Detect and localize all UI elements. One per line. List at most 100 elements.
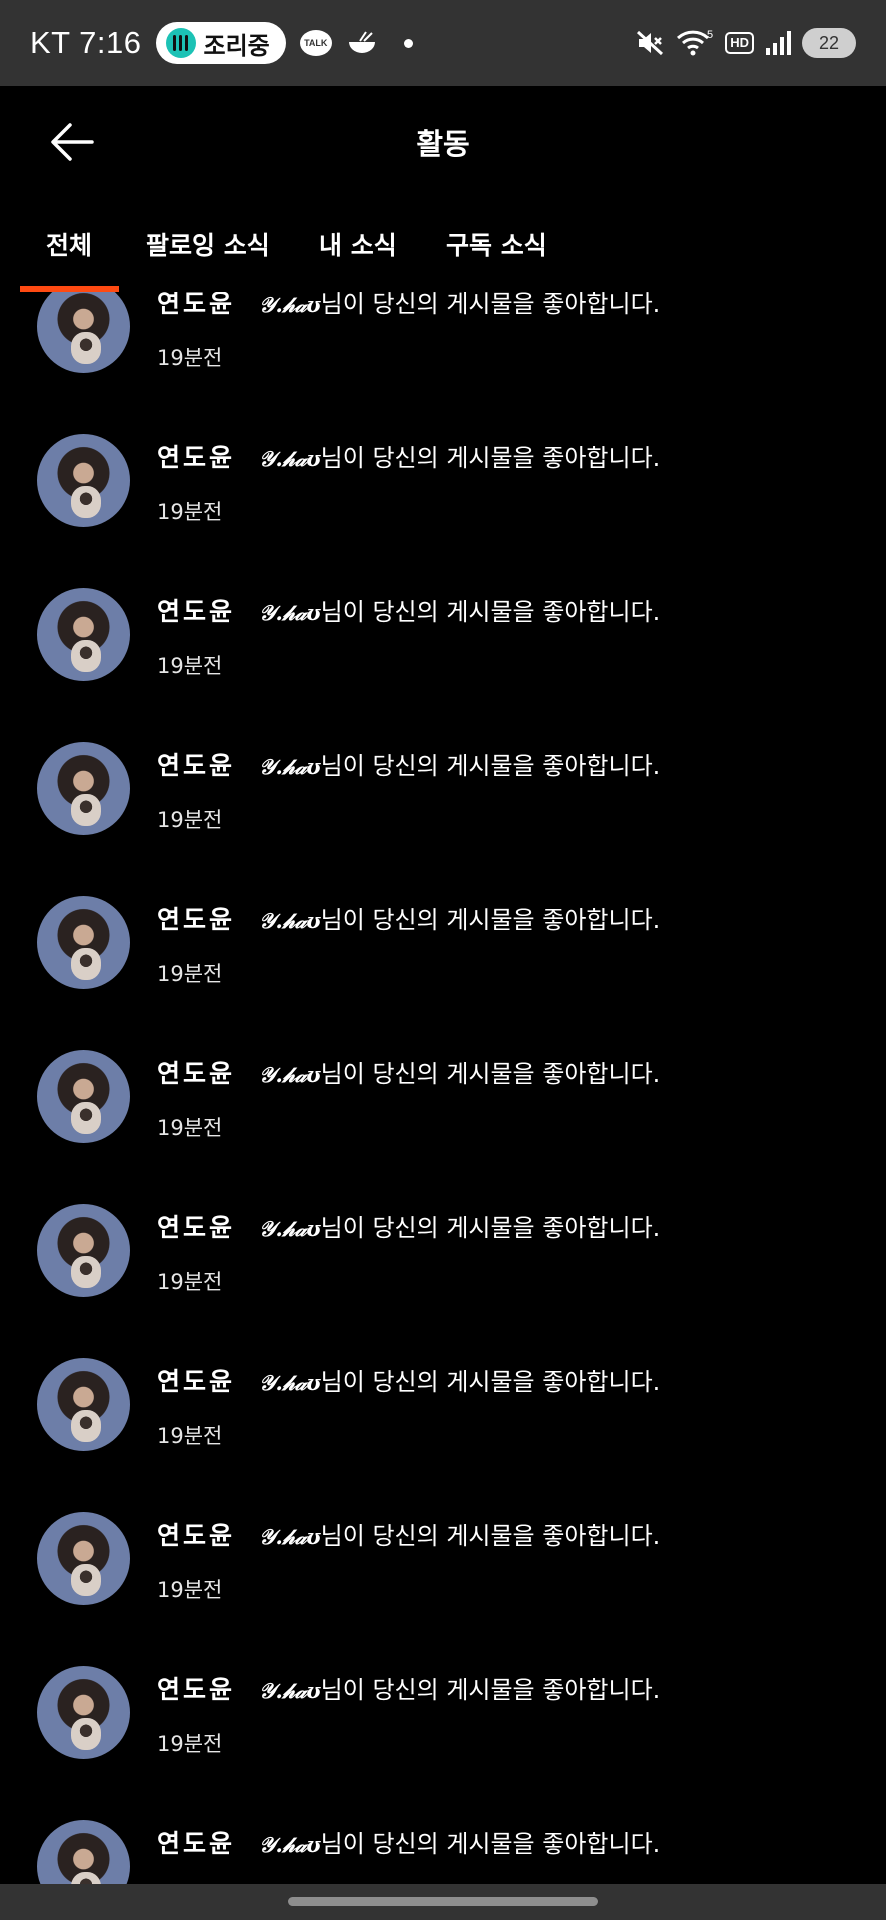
message-text: 님이 당신의 게시물을 좋아합니다.	[320, 1368, 661, 1396]
list-item[interactable]: 연도윤 𝒴.𝒽𝒶ʊ님이 당신의 게시물을 좋아합니다. 19분전	[0, 1024, 886, 1178]
cooking-status-label: 조리중	[203, 31, 270, 60]
notification-message: 𝒴.𝒽𝒶ʊ님이 당신의 게시물을 좋아합니다.	[259, 292, 660, 319]
avatar[interactable]	[37, 1204, 130, 1297]
notification-message: 𝒴.𝒽𝒶ʊ님이 당신의 게시물을 좋아합니다.	[259, 1208, 660, 1243]
timestamp: 19분전	[157, 500, 223, 524]
message-text: 님이 당신의 게시물을 좋아합니다.	[320, 1676, 661, 1704]
list-item[interactable]: 연도윤 𝒴.𝒽𝒶ʊ님이 당신의 게시물을 좋아합니다. 19분전	[0, 1486, 886, 1640]
back-button[interactable]	[44, 114, 100, 170]
tab-following-news[interactable]: 팔로잉 소식	[146, 226, 270, 262]
carrier-time: KT 7:16	[30, 25, 142, 60]
list-item[interactable]: 연도윤 𝒴.𝒽𝒶ʊ님이 당신의 게시물을 좋아합니다. 19분전	[0, 292, 886, 408]
username: 𝒴.𝒽𝒶ʊ	[259, 292, 321, 317]
author-name: 연도윤	[157, 905, 236, 934]
notification-dot-icon	[403, 38, 413, 48]
username: 𝒴.𝒽𝒶ʊ	[259, 446, 321, 471]
notification-message: 𝒴.𝒽𝒶ʊ님이 당신의 게시물을 좋아합니다.	[259, 900, 660, 935]
message-text: 님이 당신의 게시물을 좋아합니다.	[320, 1060, 661, 1088]
wifi-icon: 5	[677, 29, 713, 56]
author-name: 연도윤	[157, 1059, 236, 1088]
username: 𝒴.𝒽𝒶ʊ	[259, 754, 321, 779]
cooking-status-pill[interactable]: 조리중	[155, 22, 286, 64]
avatar[interactable]	[37, 434, 130, 527]
timestamp: 19분전	[157, 962, 223, 986]
mute-icon	[637, 30, 664, 56]
timestamp: 19분전	[157, 346, 223, 370]
notification-message: 𝒴.𝒽𝒶ʊ님이 당신의 게시물을 좋아합니다.	[259, 1054, 660, 1089]
message-text: 님이 당신의 게시물을 좋아합니다.	[320, 598, 661, 626]
system-navigation-bar	[0, 1884, 886, 1920]
message-text: 님이 당신의 게시물을 좋아합니다.	[320, 444, 661, 472]
avatar[interactable]	[37, 896, 130, 989]
notification-message: 𝒴.𝒽𝒶ʊ님이 당신의 게시물을 좋아합니다.	[259, 592, 660, 627]
activity-list[interactable]: 연도윤 𝒴.𝒽𝒶ʊ님이 당신의 게시물을 좋아합니다. 19분전 연도윤 𝒴.𝒽…	[0, 292, 886, 1884]
cell-signal-icon	[766, 31, 791, 55]
avatar[interactable]	[37, 588, 130, 681]
hd-voice-icon: HD	[725, 32, 754, 54]
avatar[interactable]	[37, 742, 130, 835]
username: 𝒴.𝒽𝒶ʊ	[259, 1832, 321, 1857]
username: 𝒴.𝒽𝒶ʊ	[259, 1062, 321, 1087]
timestamp: 19분전	[157, 1732, 223, 1756]
notification-message: 𝒴.𝒽𝒶ʊ님이 당신의 게시물을 좋아합니다.	[259, 1362, 660, 1397]
username: 𝒴.𝒽𝒶ʊ	[259, 1524, 321, 1549]
username: 𝒴.𝒽𝒶ʊ	[259, 600, 321, 625]
message-text: 님이 당신의 게시물을 좋아합니다.	[320, 1830, 661, 1858]
message-text: 님이 당신의 게시물을 좋아합니다.	[320, 1214, 661, 1242]
timestamp: 19분전	[157, 1424, 223, 1448]
rice-bowl-icon	[348, 31, 375, 53]
list-item[interactable]: 연도윤 𝒴.𝒽𝒶ʊ님이 당신의 게시물을 좋아합니다. 19분전	[0, 1640, 886, 1794]
avatar[interactable]	[37, 1512, 130, 1605]
author-name: 연도윤	[157, 443, 236, 472]
author-name: 연도윤	[157, 1521, 236, 1550]
avatar[interactable]	[37, 1666, 130, 1759]
battery-indicator: 22	[802, 28, 856, 58]
list-item[interactable]: 연도윤 𝒴.𝒽𝒶ʊ님이 당신의 게시물을 좋아합니다. 19분전	[0, 1178, 886, 1332]
notification-message: 𝒴.𝒽𝒶ʊ님이 당신의 게시물을 좋아합니다.	[259, 1516, 660, 1551]
message-text: 님이 당신의 게시물을 좋아합니다.	[320, 752, 661, 780]
list-item[interactable]: 연도윤 𝒴.𝒽𝒶ʊ님이 당신의 게시물을 좋아합니다. 19분전	[0, 408, 886, 562]
username: 𝒴.𝒽𝒶ʊ	[259, 1678, 321, 1703]
author-name: 연도윤	[157, 751, 236, 780]
kakaotalk-icon: TALK	[299, 30, 332, 56]
author-name: 연도윤	[157, 1213, 236, 1242]
notification-message: 𝒴.𝒽𝒶ʊ님이 당신의 게시물을 좋아합니다.	[259, 438, 660, 473]
avatar[interactable]	[37, 292, 130, 373]
list-item[interactable]: 연도윤 𝒴.𝒽𝒶ʊ님이 당신의 게시물을 좋아합니다.	[0, 1794, 886, 1884]
tab-all[interactable]: 전체	[46, 226, 92, 262]
page-title: 활동	[416, 127, 470, 161]
message-text: 님이 당신의 게시물을 좋아합니다.	[320, 1522, 661, 1550]
username: 𝒴.𝒽𝒶ʊ	[259, 1370, 321, 1395]
message-text: 님이 당신의 게시물을 좋아합니다.	[320, 292, 661, 318]
wifi-generation-label: 5	[707, 29, 713, 41]
list-item[interactable]: 연도윤 𝒴.𝒽𝒶ʊ님이 당신의 게시물을 좋아합니다. 19분전	[0, 716, 886, 870]
avatar[interactable]	[37, 1050, 130, 1143]
timestamp: 19분전	[157, 1116, 223, 1140]
timestamp: 19분전	[157, 1270, 223, 1294]
message-text: 님이 당신의 게시물을 좋아합니다.	[320, 906, 661, 934]
list-item[interactable]: 연도윤 𝒴.𝒽𝒶ʊ님이 당신의 게시물을 좋아합니다. 19분전	[0, 870, 886, 1024]
timestamp: 19분전	[157, 808, 223, 832]
notification-message: 𝒴.𝒽𝒶ʊ님이 당신의 게시물을 좋아합니다.	[259, 1824, 660, 1859]
list-item[interactable]: 연도윤 𝒴.𝒽𝒶ʊ님이 당신의 게시물을 좋아합니다. 19분전	[0, 562, 886, 716]
notification-message: 𝒴.𝒽𝒶ʊ님이 당신의 게시물을 좋아합니다.	[259, 746, 660, 781]
status-bar: KT 7:16 조리중 TALK 5 HD 22	[0, 0, 886, 86]
author-name: 연도윤	[157, 1829, 236, 1858]
username: 𝒴.𝒽𝒶ʊ	[259, 1216, 321, 1241]
author-name: 연도윤	[157, 292, 236, 318]
tab-subscription-news[interactable]: 구독 소식	[446, 226, 547, 262]
avatar[interactable]	[37, 1358, 130, 1451]
back-arrow-icon	[51, 123, 94, 161]
timestamp: 19분전	[157, 654, 223, 678]
tab-bar: 전체 팔로잉 소식 내 소식 구독 소식	[0, 214, 886, 292]
home-indicator[interactable]	[288, 1897, 598, 1906]
username: 𝒴.𝒽𝒶ʊ	[259, 908, 321, 933]
list-item[interactable]: 연도윤 𝒴.𝒽𝒶ʊ님이 당신의 게시물을 좋아합니다. 19분전	[0, 1332, 886, 1486]
author-name: 연도윤	[157, 597, 236, 626]
author-name: 연도윤	[157, 1367, 236, 1396]
tab-my-news[interactable]: 내 소식	[319, 226, 397, 262]
header: 활동	[0, 86, 886, 198]
author-name: 연도윤	[157, 1675, 236, 1704]
avatar[interactable]	[37, 1820, 130, 1884]
cooking-app-icon	[165, 28, 196, 58]
